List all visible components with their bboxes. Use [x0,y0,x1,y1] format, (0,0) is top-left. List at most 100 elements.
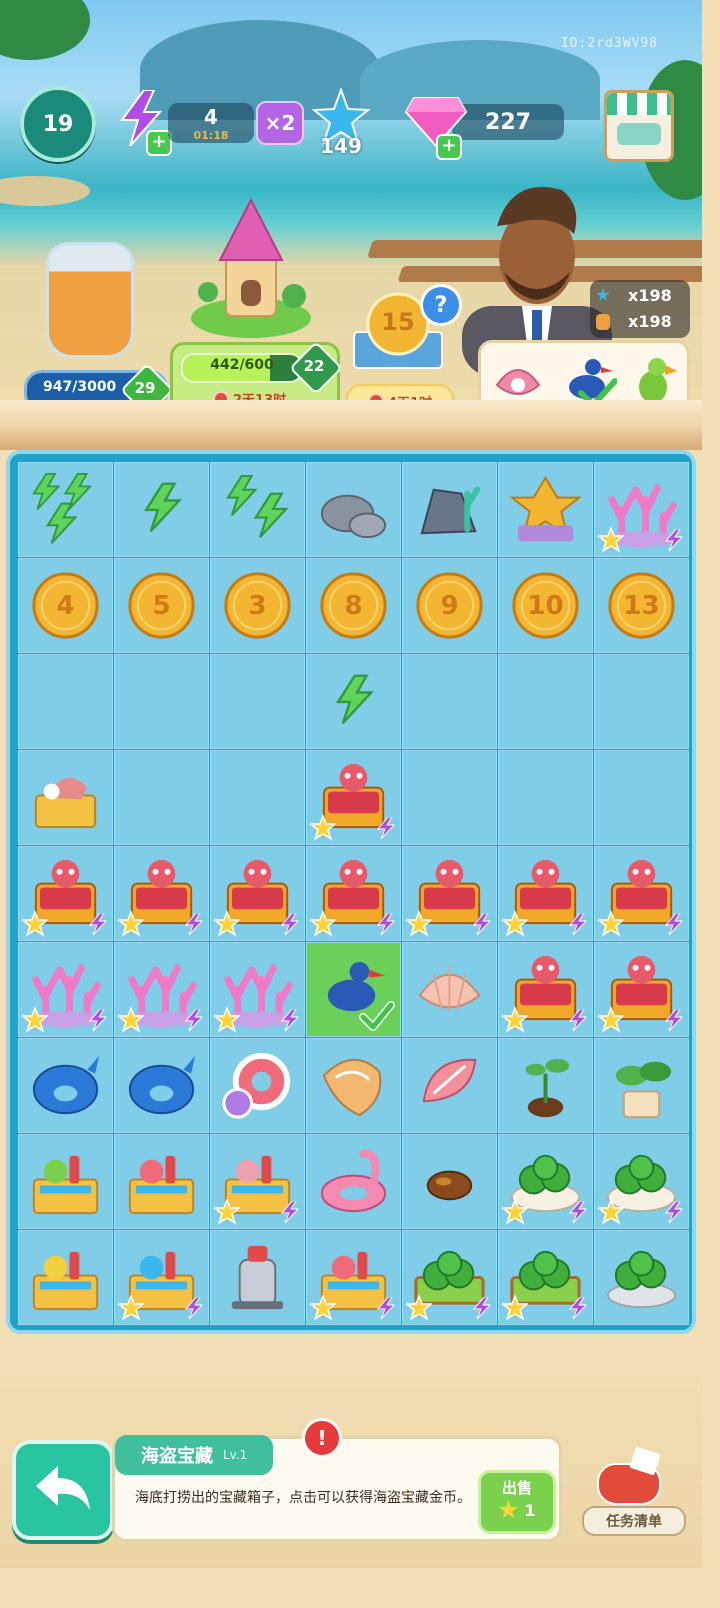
board-cell[interactable] [18,942,113,1037]
board-cell[interactable] [594,942,689,1037]
board-cell[interactable] [210,750,305,845]
board-cell[interactable] [210,462,305,557]
board-cell[interactable] [594,750,689,845]
board-cell[interactable] [498,1038,593,1133]
board-cell[interactable] [498,942,593,1037]
board-cell[interactable] [594,1134,689,1229]
board-cell[interactable] [594,462,689,557]
board-cell[interactable] [114,846,209,941]
board-cell[interactable] [210,1038,305,1133]
board-cell[interactable]: 9 [402,558,497,653]
board-cell[interactable] [18,846,113,941]
board-cell[interactable] [402,1134,497,1229]
board-cell[interactable] [210,1230,305,1325]
honey-jar-icon[interactable] [46,242,134,358]
board-cell[interactable] [114,462,209,557]
board-cell[interactable] [210,654,305,749]
board-cell[interactable] [402,942,497,1037]
board-cell[interactable] [114,942,209,1037]
tower-progress-bar: 442/600 [181,353,303,383]
energy-multiplier-button[interactable]: ×2 [256,101,304,145]
board-cell[interactable] [210,1134,305,1229]
board-cell[interactable] [402,462,497,557]
board-cell[interactable] [498,846,593,941]
board-cell[interactable] [594,1230,689,1325]
board-cell[interactable] [306,942,401,1037]
board-cell[interactable] [498,1134,593,1229]
player-level[interactable]: 19 [20,86,96,162]
board-cell[interactable] [306,1134,401,1229]
board-cell[interactable] [210,942,305,1037]
star-badge-icon [214,1199,240,1225]
energy-timer: 01:18 [193,128,229,142]
board-cell[interactable] [402,1038,497,1133]
energy-counter: 4 01:18 [168,103,254,143]
board-cell[interactable] [402,750,497,845]
task-list-button[interactable]: 任务清单 [582,1446,686,1536]
board-cell[interactable] [498,654,593,749]
sprout-icon [525,1058,570,1118]
mailbox-icon [597,1447,661,1505]
sell-button[interactable]: 出售 1 [478,1470,556,1534]
star-badge-icon [214,911,240,937]
board-cell[interactable] [18,654,113,749]
surf-basket-1-icon [32,1155,99,1215]
shop-awning-icon [607,93,671,115]
board-cell[interactable]: 13 [594,558,689,653]
board-cell[interactable] [306,846,401,941]
board-cell[interactable] [18,462,113,557]
board-cell[interactable] [402,654,497,749]
board-cell[interactable] [498,1230,593,1325]
board-cell[interactable] [498,750,593,845]
shop-goods-icon [617,123,661,145]
flamingo-float-icon [320,1149,387,1213]
board-cell[interactable] [498,462,593,557]
board-cell[interactable] [402,1230,497,1325]
shop-button[interactable] [604,90,674,162]
board-cell[interactable] [306,1038,401,1133]
pearl-shell-icon [495,369,541,395]
board-cell[interactable] [210,846,305,941]
alert-icon[interactable]: ! [302,1418,342,1458]
star-badge-icon [598,527,624,553]
reward-list: x198 x198 [590,280,690,338]
sand-island [0,176,90,206]
board-cell[interactable] [114,1134,209,1229]
star-icon [498,1500,519,1519]
star-badge-icon [214,1007,240,1033]
board-cell[interactable]: 10 [498,558,593,653]
coin-value: 4 [56,590,75,621]
jar-icon [596,314,610,330]
board-cell[interactable]: 3 [210,558,305,653]
back-button[interactable] [12,1440,114,1540]
add-gems-button[interactable]: + [436,134,462,160]
board-cell[interactable] [306,462,401,557]
board-cell[interactable]: 4 [18,558,113,653]
tower-house-icon[interactable] [186,196,316,338]
board-cell[interactable] [18,1038,113,1133]
board-cell[interactable]: 5 [114,558,209,653]
whale-float-icon [32,1055,100,1115]
board-cell[interactable] [18,750,113,845]
board-cell[interactable]: 8 [306,558,401,653]
board-cell[interactable] [114,750,209,845]
energy-1-icon [143,482,182,533]
bolt-badge-icon [377,817,395,839]
spiral-shell-icon [422,1058,477,1103]
board-cell[interactable] [114,1038,209,1133]
star-icon [596,288,610,301]
board-cell[interactable] [114,654,209,749]
board-cell[interactable] [594,1038,689,1133]
board-cell[interactable] [306,1230,401,1325]
board-cell[interactable] [306,654,401,749]
surf-basket-4-icon [32,1251,99,1311]
board-cell[interactable] [114,1230,209,1325]
board-cell[interactable] [594,654,689,749]
board-cell[interactable] [594,846,689,941]
board-cell[interactable] [306,750,401,845]
bolt-badge-icon [89,913,107,935]
board-cell[interactable] [402,846,497,941]
board-cell[interactable] [18,1230,113,1325]
bolt-badge-icon [185,1009,203,1031]
board-cell[interactable] [18,1134,113,1229]
